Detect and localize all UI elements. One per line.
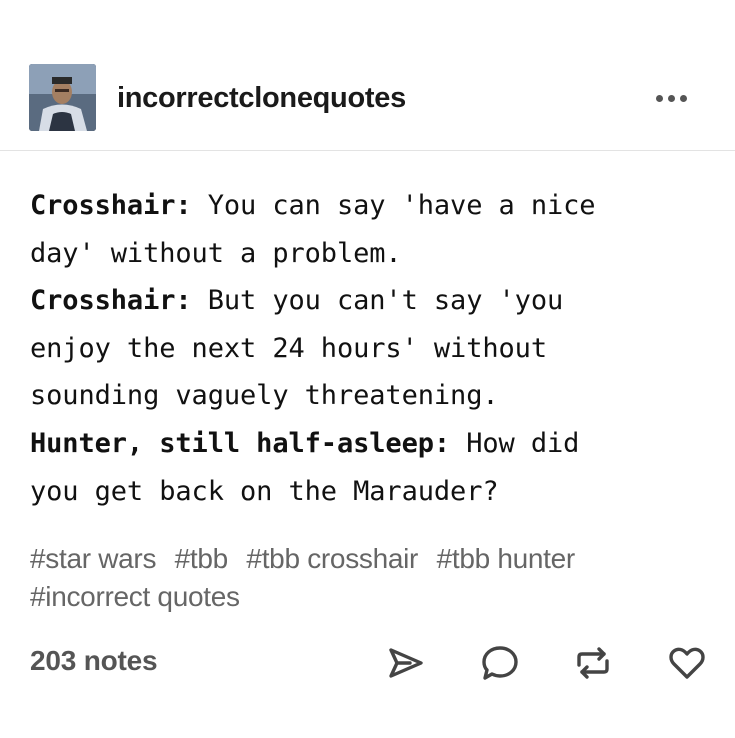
reply-icon[interactable] xyxy=(480,643,520,683)
quote-line-continued: you get back on the Marauder? xyxy=(30,475,499,507)
heart-icon[interactable] xyxy=(667,643,707,683)
header-divider xyxy=(0,150,735,151)
reblog-icon[interactable] xyxy=(573,643,613,683)
tag-link[interactable]: #incorrect quotes xyxy=(30,581,240,612)
tag-link[interactable]: #tbb xyxy=(175,543,229,574)
tag-list: #star wars #tbb #tbb crosshair #tbb hunt… xyxy=(30,540,710,616)
more-options-icon[interactable] xyxy=(651,88,691,108)
notes-count[interactable]: 203 notes xyxy=(30,645,158,677)
speaker-label: Crosshair: xyxy=(30,285,192,317)
blog-name[interactable]: incorrectclonequotes xyxy=(117,82,406,115)
avatar[interactable] xyxy=(29,64,96,131)
tag-link[interactable]: #tbb crosshair xyxy=(246,543,418,574)
speaker-label: Crosshair: xyxy=(30,190,192,221)
post-body: Crosshair: You can say 'have a nice day'… xyxy=(30,182,720,515)
quote-line: Crosshair: But you can't say 'you xyxy=(30,277,720,325)
quote-line-continued: enjoy the next 24 hours' without xyxy=(30,332,547,364)
tag-link[interactable]: #star wars xyxy=(30,543,156,574)
quote-line: Crosshair: You can say 'have a nice xyxy=(30,182,720,230)
dialogue-text: But you can't say 'you xyxy=(191,285,564,317)
quote-line: Hunter, still half-asleep: How did xyxy=(30,420,720,468)
quote-line-continued: sounding vaguely threatening. xyxy=(30,380,499,412)
share-icon[interactable] xyxy=(386,643,426,683)
dialogue-text: You can say 'have a nice xyxy=(191,190,596,221)
tag-link[interactable]: #tbb hunter xyxy=(437,543,576,574)
speaker-label: Hunter, still half-asleep: xyxy=(30,427,451,459)
dialogue-text: How did xyxy=(450,427,580,459)
avatar-image xyxy=(29,64,96,131)
quote-line-continued: day' without a problem. xyxy=(30,237,402,269)
post-header: incorrectclonequotes xyxy=(0,0,735,150)
